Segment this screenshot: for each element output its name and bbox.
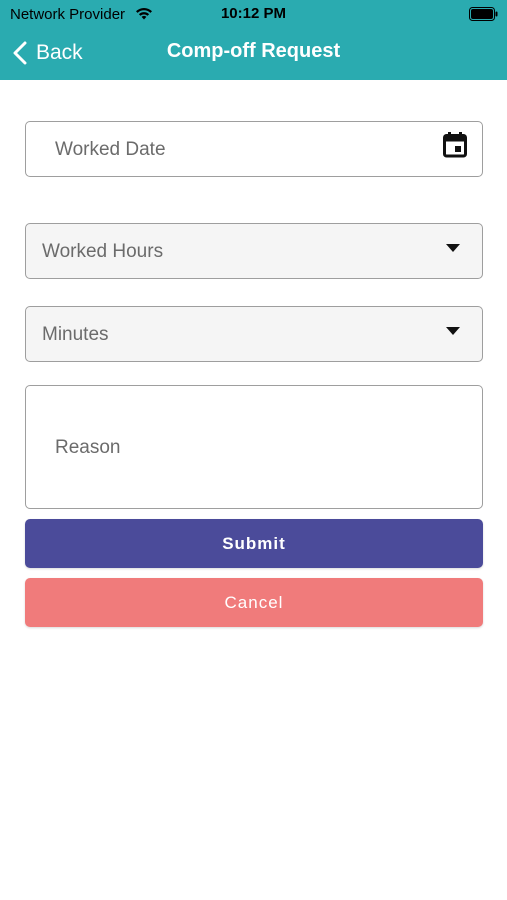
page-title: Comp-off Request [166,40,341,62]
cancel-button[interactable]: Cancel [25,578,483,627]
app-header: Network Provider 10:12 PM Back Comp-off … [0,0,507,80]
submit-label: Submit [222,533,286,553]
reason-placeholder: Reason [55,437,121,458]
dropdown-icon [446,327,460,335]
nav-bar: Back Comp-off Request [0,28,507,80]
worked-date-field[interactable]: Worked Date [25,121,483,177]
status-time: 10:12 PM [220,5,287,22]
dropdown-icon [446,244,460,252]
minutes-placeholder: Minutes [42,324,109,345]
submit-button[interactable]: Submit [25,519,483,568]
battery-icon [469,7,498,21]
reason-textarea[interactable]: Reason [25,385,483,509]
worked-hours-placeholder: Worked Hours [42,241,164,262]
worked-date-placeholder: Worked Date [55,139,166,160]
calendar-icon[interactable] [443,132,467,158]
worked-hours-select[interactable]: Worked Hours [25,223,483,279]
status-bar: Network Provider 10:12 PM [0,0,507,28]
cancel-label: Cancel [224,592,284,612]
minutes-select[interactable]: Minutes [25,306,483,362]
